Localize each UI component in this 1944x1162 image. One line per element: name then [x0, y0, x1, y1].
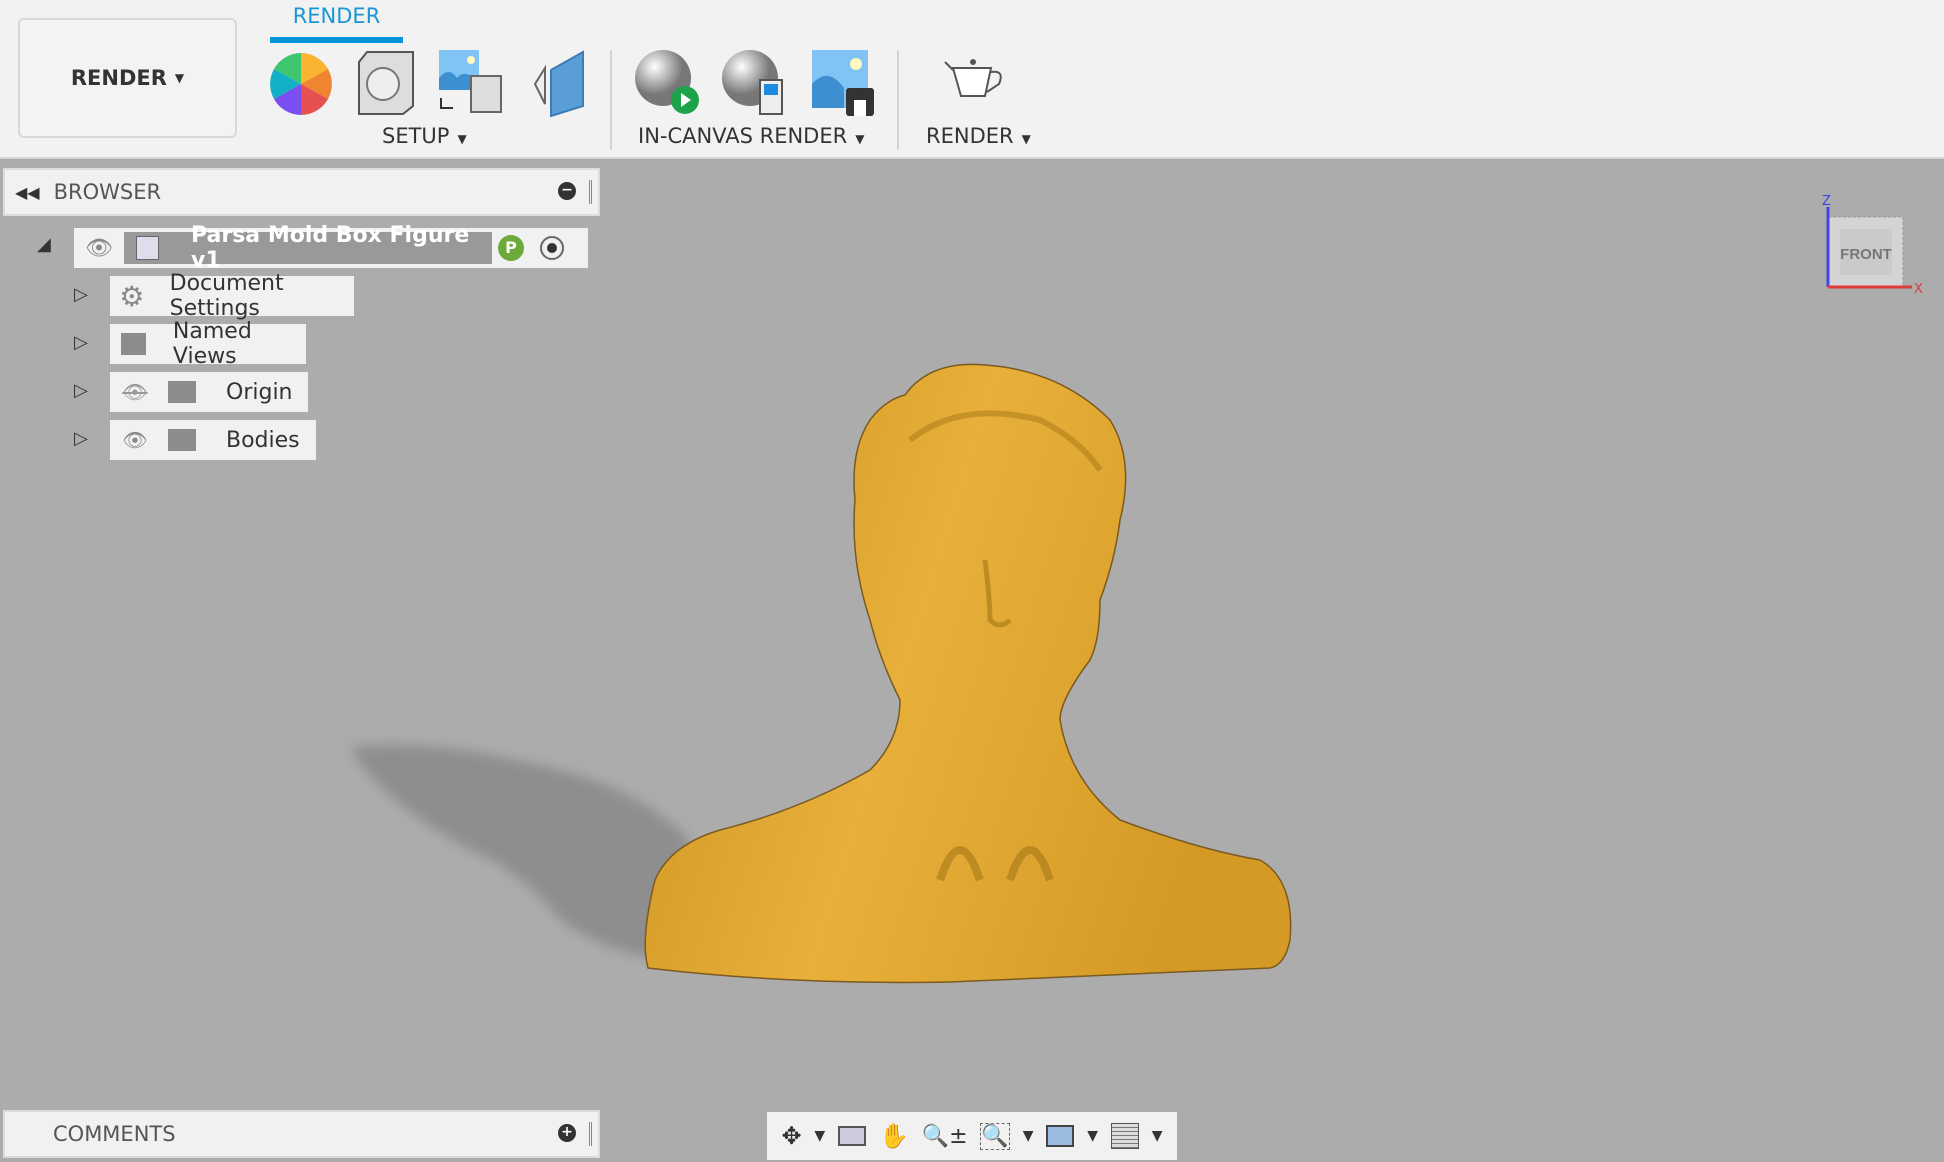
browser-item-origin[interactable]: 👁 Origin	[110, 372, 308, 412]
render-teapot-icon[interactable]	[943, 48, 1011, 118]
browser-item-document-settings[interactable]: ⚙ Document Settings	[110, 271, 354, 321]
setup-menu[interactable]: SETUP ▼	[382, 124, 467, 148]
bust-model	[644, 363, 1292, 984]
panel-grip-handle[interactable]	[589, 180, 592, 204]
render-menu[interactable]: RENDER ▼	[926, 124, 1031, 148]
browser-root-item[interactable]: 👁 Parsa Mold Box Figure v1 P	[74, 223, 588, 273]
in-canvas-render-menu[interactable]: IN-CANVAS RENDER ▼	[638, 124, 864, 148]
in-canvas-render-icon[interactable]	[633, 48, 701, 118]
zoom-dropdown-icon[interactable]: ▼	[1023, 1128, 1034, 1144]
look-at-icon[interactable]	[838, 1126, 867, 1146]
gear-icon: ⚙	[119, 279, 145, 313]
browser-panel-header: ◀◀ BROWSER −	[3, 168, 600, 216]
scene-settings-icon[interactable]	[353, 48, 421, 118]
browser-title: BROWSER	[53, 180, 162, 204]
setup-label: SETUP	[382, 124, 450, 148]
tab-render[interactable]: RENDER	[270, 4, 403, 28]
folder-icon	[121, 333, 146, 355]
comments-panel-header: COMMENTS +	[3, 1110, 600, 1158]
orbit-icon[interactable]: ✥	[781, 1122, 801, 1150]
browser-item-bodies[interactable]: 👁 Bodies	[110, 420, 316, 460]
minimize-browser-icon[interactable]: −	[558, 182, 576, 200]
comments-title: COMMENTS	[53, 1122, 176, 1146]
expand-arrow-icon[interactable]: ▷	[74, 428, 88, 449]
expand-arrow-icon[interactable]: ▷	[74, 284, 88, 305]
appearance-icon[interactable]	[267, 48, 335, 118]
z-axis-label: Z	[1822, 195, 1831, 209]
eye-icon[interactable]: 👁	[74, 236, 124, 261]
fit-window-icon[interactable]: 🔍	[980, 1122, 1010, 1150]
separator	[897, 50, 899, 150]
caret-down-icon: ▼	[174, 71, 185, 85]
zoom-icon[interactable]: 🔍±	[922, 1124, 968, 1149]
viewcube[interactable]: FRONT Z X	[1820, 195, 1925, 295]
workspace-switcher[interactable]: RENDER ▼	[18, 18, 237, 138]
workspace-label: RENDER	[70, 66, 167, 90]
texture-map-icon[interactable]	[437, 48, 505, 118]
grid-dropdown-icon[interactable]: ▼	[1152, 1128, 1163, 1144]
display-dropdown-icon[interactable]: ▼	[1087, 1128, 1098, 1144]
separator	[610, 50, 612, 150]
caret-down-icon: ▼	[457, 132, 467, 146]
profile-badge: P	[498, 235, 524, 261]
item-label: Origin	[226, 379, 293, 405]
item-label: Document Settings	[169, 271, 284, 321]
folder-icon	[168, 381, 196, 403]
toolbar: RENDER ▼ RENDER SETUP ▼ IN-CANVAS RENDER ▼ …	[0, 0, 1944, 159]
capture-image-icon[interactable]	[808, 48, 876, 118]
item-label: Bodies	[226, 427, 300, 453]
viewcube-face-label: FRONT	[1840, 246, 1892, 263]
pan-hand-icon[interactable]: ✋	[879, 1122, 909, 1150]
in-canvas-render-label: IN-CANVAS RENDER	[638, 124, 848, 148]
eye-hidden-icon[interactable]: 👁	[110, 380, 160, 404]
folder-icon	[168, 429, 196, 451]
collapse-browser-icon[interactable]: ◀◀	[15, 183, 40, 202]
add-comment-icon[interactable]: +	[558, 1124, 576, 1142]
expand-arrow-icon[interactable]: ▷	[74, 380, 88, 401]
browser-item-named-views[interactable]: Named Views	[110, 319, 306, 369]
decal-icon[interactable]	[525, 48, 593, 118]
navigation-bar: ✥ ▼ ✋ 🔍± 🔍 ▼ ▼ ▼	[767, 1112, 1177, 1160]
eye-icon[interactable]: 👁	[110, 428, 160, 452]
root-component-name: Parsa Mold Box Figure v1	[190, 223, 470, 273]
component-icon	[136, 236, 159, 260]
model-shadow	[350, 744, 690, 960]
activate-radio-icon[interactable]	[540, 236, 564, 260]
expand-arrow-icon[interactable]: ▷	[74, 332, 88, 353]
active-tab-indicator	[270, 37, 403, 43]
item-label: Named Views	[172, 319, 252, 369]
caret-down-icon: ▼	[855, 132, 865, 146]
grid-icon[interactable]	[1110, 1123, 1139, 1149]
display-settings-icon[interactable]	[1046, 1125, 1075, 1147]
render-label: RENDER	[926, 124, 1014, 148]
x-axis-label: X	[1914, 282, 1923, 295]
panel-grip-handle[interactable]	[589, 1122, 592, 1146]
in-canvas-render-settings-icon[interactable]	[720, 48, 788, 118]
caret-down-icon: ▼	[1021, 132, 1031, 146]
orbit-dropdown-icon[interactable]: ▼	[814, 1128, 825, 1144]
collapse-root-icon[interactable]: ◢	[37, 234, 51, 255]
